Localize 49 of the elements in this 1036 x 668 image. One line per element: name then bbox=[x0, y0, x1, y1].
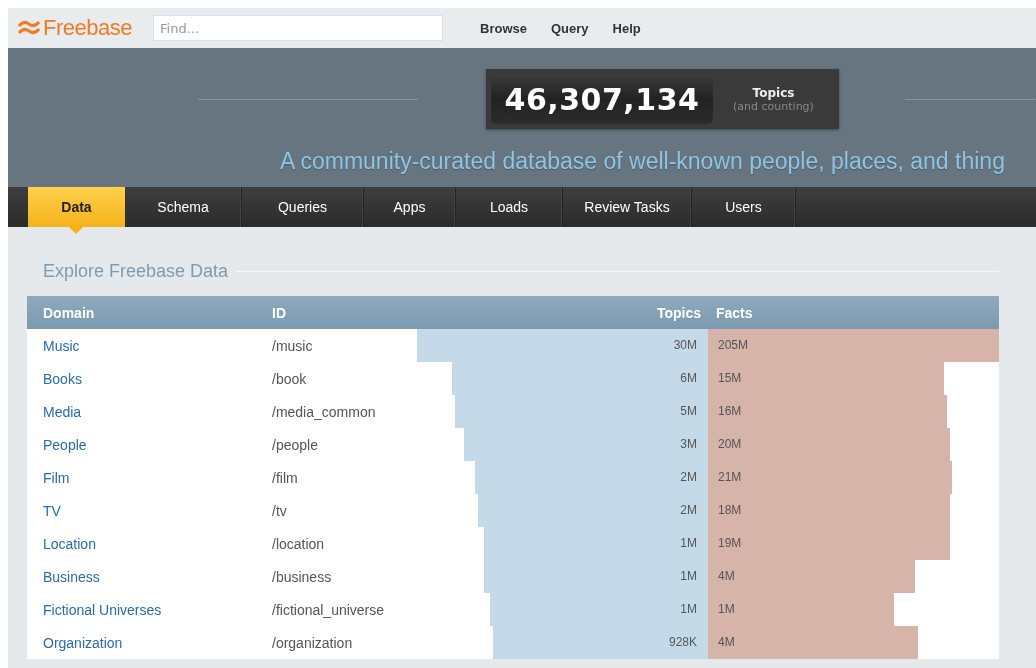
fact-count: 15M bbox=[718, 370, 742, 387]
tagline: A community-curated database of well-known people, places, and thing bbox=[280, 148, 1006, 175]
domain-id: /book bbox=[272, 370, 307, 387]
topic-count: 2M bbox=[680, 469, 697, 486]
fact-count: 21M bbox=[718, 469, 742, 486]
domain-link[interactable]: Fictional Universes bbox=[43, 601, 162, 618]
fact-count: 205M bbox=[718, 337, 749, 354]
topic-count: 6M bbox=[680, 370, 697, 387]
topic-count: 30M bbox=[673, 337, 697, 354]
topic-count: 1M bbox=[680, 535, 697, 552]
domain-id: /film bbox=[272, 469, 298, 486]
domain-id: /media_common bbox=[272, 403, 376, 420]
domain-id: /tv bbox=[272, 502, 287, 519]
domain-link[interactable]: Film bbox=[43, 469, 70, 486]
logo-icon bbox=[18, 20, 40, 36]
domain-link[interactable]: People bbox=[43, 436, 87, 453]
fact-count: 19M bbox=[718, 535, 742, 552]
topic-count: 928K bbox=[668, 634, 697, 651]
domain-link[interactable]: Business bbox=[43, 568, 100, 585]
domain-id: /people bbox=[272, 436, 318, 453]
domain-id: /fictional_universe bbox=[272, 601, 385, 618]
domain-id: /location bbox=[272, 535, 325, 552]
domain-link[interactable]: Music bbox=[43, 337, 80, 354]
nav-link[interactable]: Query bbox=[548, 20, 591, 36]
domain-link[interactable]: TV bbox=[43, 502, 61, 519]
topic-count: 2M bbox=[680, 502, 697, 519]
fact-count: 20M bbox=[718, 436, 742, 453]
fact-count: 4M bbox=[718, 634, 735, 651]
domain-link[interactable]: Books bbox=[43, 370, 82, 387]
domain-id: /organization bbox=[272, 634, 353, 651]
nav-link[interactable]: Browse bbox=[478, 20, 529, 36]
topic-count: 5M bbox=[680, 403, 697, 420]
topic-count: 3M bbox=[680, 436, 697, 453]
counter-note: (and counting) bbox=[733, 99, 814, 113]
domain-link[interactable]: Location bbox=[43, 535, 96, 552]
domain-link[interactable]: Organization bbox=[43, 634, 123, 651]
fact-count: 18M bbox=[718, 502, 742, 519]
search-field[interactable]: Find... bbox=[153, 15, 443, 41]
section-title: Explore Freebase Data bbox=[42, 261, 230, 282]
fact-count: 1M bbox=[718, 601, 735, 618]
topic-count: 1M bbox=[680, 568, 697, 585]
domain-id: /music bbox=[272, 337, 313, 354]
fact-count: 16M bbox=[718, 403, 742, 420]
domain-link[interactable]: Media bbox=[43, 403, 82, 420]
fact-count: 4M bbox=[718, 568, 735, 585]
topic-count: 1M bbox=[680, 601, 697, 618]
nav-link[interactable]: Help bbox=[610, 20, 643, 36]
domain-id: /business bbox=[272, 568, 332, 585]
counter-label: Topics bbox=[752, 85, 795, 100]
